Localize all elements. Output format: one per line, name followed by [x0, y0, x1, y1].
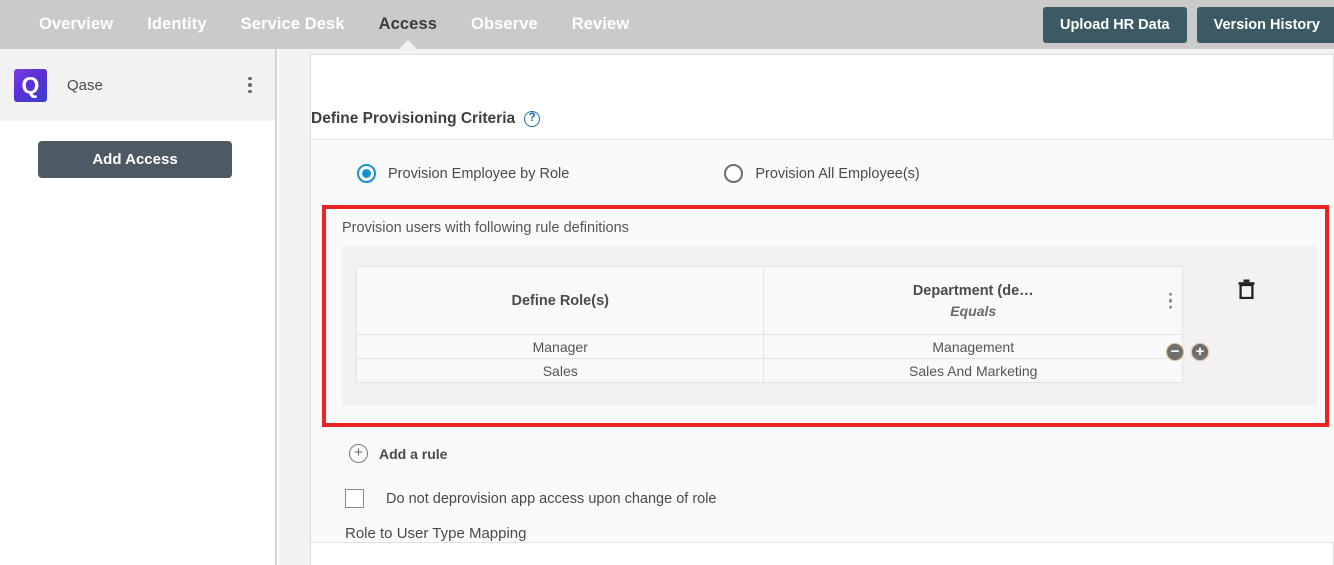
- add-access-button[interactable]: Add Access: [38, 141, 232, 178]
- provision-mode-radio-group: Provision Employee by Role Provision All…: [311, 140, 1334, 205]
- radio-label-by-role: Provision Employee by Role: [388, 165, 570, 182]
- nav-actions: Upload HR Data Version History: [1043, 0, 1334, 49]
- nav-tab-overview[interactable]: Overview: [22, 0, 130, 49]
- version-history-button[interactable]: Version History: [1196, 6, 1334, 43]
- rules-inner-panel: Define Role(s) Department (de… Equals Ma…: [342, 246, 1317, 406]
- add-access-wrap: Add Access: [0, 121, 275, 178]
- row-controls: − +: [1166, 343, 1209, 361]
- cell-role: Manager: [355, 334, 765, 359]
- nav-tab-identity[interactable]: Identity: [130, 0, 223, 49]
- upload-hr-data-button[interactable]: Upload HR Data: [1043, 6, 1187, 43]
- column-header-department[interactable]: Department (de… Equals: [763, 266, 1183, 335]
- nav-tab-service-desk[interactable]: Service Desk: [224, 0, 362, 49]
- deprovision-checkbox-row[interactable]: Do not deprovision app access upon chang…: [311, 463, 1334, 508]
- rules-table: Define Role(s) Department (de… Equals Ma…: [355, 266, 1183, 383]
- nav-tab-access[interactable]: Access: [362, 0, 454, 49]
- provisioning-panel: Define Provisioning Criteria ? Provision…: [310, 54, 1334, 565]
- plus-circle-icon: +: [349, 444, 368, 463]
- rule-definitions-highlight: Provision users with following rule defi…: [322, 205, 1329, 427]
- kebab-vertical-icon[interactable]: [241, 76, 259, 94]
- cell-department: Management: [763, 334, 1183, 359]
- cell-department: Sales And Marketing: [763, 358, 1183, 383]
- question-circle-icon[interactable]: ?: [524, 111, 541, 127]
- table-row[interactable]: Manager Management: [355, 334, 1183, 359]
- sidebar: Q Qase Add Access: [0, 49, 277, 565]
- trash-icon[interactable]: [1233, 276, 1259, 302]
- sidebar-app-name: Qase: [67, 76, 103, 94]
- cell-role: Sales: [355, 358, 765, 383]
- add-row-button[interactable]: +: [1191, 343, 1209, 361]
- radio-indicator-all[interactable]: [724, 164, 744, 183]
- criteria-box: Provision Employee by Role Provision All…: [311, 139, 1334, 543]
- remove-row-button[interactable]: −: [1166, 343, 1184, 361]
- role-to-user-type-mapping-label: Role to User Type Mapping: [345, 525, 527, 542]
- add-a-rule-button[interactable]: + Add a rule: [311, 427, 1334, 463]
- qase-logo-icon: Q: [14, 68, 47, 102]
- column-operator-department: Equals: [950, 302, 997, 319]
- column-header-define-roles[interactable]: Define Role(s): [355, 266, 765, 335]
- column-title-define-roles: Define Role(s): [511, 292, 609, 309]
- top-navbar: Overview Identity Service Desk Access Ob…: [0, 0, 1334, 49]
- radio-indicator-by-role[interactable]: [357, 164, 376, 183]
- page-title: Define Provisioning Criteria: [311, 110, 516, 127]
- rules-caption: Provision users with following rule defi…: [342, 220, 629, 236]
- kebab-vertical-icon[interactable]: [1168, 292, 1172, 309]
- radio-provision-by-role[interactable]: Provision Employee by Role: [357, 164, 569, 183]
- add-a-rule-label: Add a rule: [379, 445, 448, 462]
- radio-label-all: Provision All Employee(s): [755, 165, 920, 182]
- radio-provision-all[interactable]: Provision All Employee(s): [724, 164, 920, 183]
- nav-tab-list: Overview Identity Service Desk Access Ob…: [22, 0, 646, 49]
- deprovision-checkbox-label: Do not deprovision app access upon chang…: [386, 490, 717, 507]
- section-title-row: Define Provisioning Criteria ?: [311, 55, 1333, 128]
- deprovision-checkbox[interactable]: [345, 489, 364, 508]
- table-row[interactable]: Sales Sales And Marketing: [355, 358, 1183, 383]
- nav-tab-observe[interactable]: Observe: [454, 0, 555, 49]
- nav-tab-review[interactable]: Review: [555, 0, 646, 49]
- column-title-department: Department (de…: [912, 282, 1034, 299]
- table-header-row: Define Role(s) Department (de… Equals: [355, 266, 1183, 335]
- sidebar-app-row[interactable]: Q Qase: [0, 49, 275, 121]
- content-area: Define Provisioning Criteria ? Provision…: [279, 49, 1334, 565]
